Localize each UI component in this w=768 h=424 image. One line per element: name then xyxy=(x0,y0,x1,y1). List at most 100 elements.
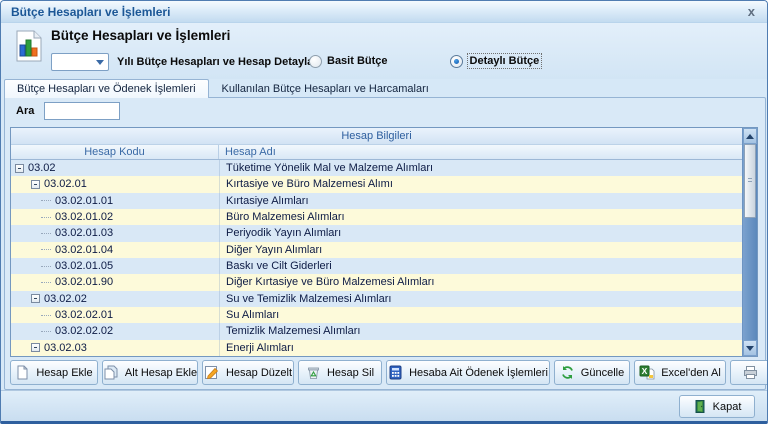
window-title: Bütçe Hesapları ve İşlemleri xyxy=(11,5,170,19)
scroll-down-button[interactable] xyxy=(743,340,757,356)
search-label: Ara xyxy=(16,105,34,117)
account-code: 03.02.01.05 xyxy=(55,260,113,272)
partial-right-button[interactable] xyxy=(730,360,768,385)
tab-kullanilan-butce[interactable]: Kullanılan Bütçe Hesapları ve Harcamalar… xyxy=(209,79,442,98)
account-name: Su Alımları xyxy=(219,307,742,323)
tree-expand-icon[interactable] xyxy=(15,164,24,173)
account-code-cell: 03.02.03 xyxy=(11,340,219,356)
account-name: Diğer Yayın Alımları xyxy=(219,242,742,258)
radio-unchecked-icon xyxy=(309,55,322,68)
table-row[interactable]: 03.02.01 Kırtasiye ve Büro Malzemesi Alı… xyxy=(11,176,742,192)
tree-expand-icon[interactable] xyxy=(41,266,51,267)
tree-expand-icon[interactable] xyxy=(41,282,51,283)
tree-expand-icon[interactable] xyxy=(41,233,51,234)
hesaba-ait-odenek-button[interactable]: Hesaba Ait Ödenek İşlemleri xyxy=(386,360,550,385)
column-header-hesap-kodu[interactable]: Hesap Kodu xyxy=(11,145,219,159)
bar-chart-document-icon xyxy=(13,29,45,66)
tab-butce-hesaplari[interactable]: Bütçe Hesapları ve Ödenek İşlemleri xyxy=(4,79,209,98)
tree-expand-icon[interactable] xyxy=(41,200,51,201)
account-name: Diğer Kırtasiye ve Büro Malzemesi Alımla… xyxy=(219,274,742,290)
column-header-hesap-adi[interactable]: Hesap Adı xyxy=(219,145,742,159)
account-code: 03.02.01.02 xyxy=(55,211,113,223)
account-name: Baskı ve Cilt Giderleri xyxy=(219,258,742,274)
account-code-cell: 03.02.01 xyxy=(11,176,219,192)
account-code: 03.02.02.02 xyxy=(55,325,113,337)
hesap-ekle-button[interactable]: Hesap Ekle xyxy=(10,360,98,385)
account-code: 03.02.01.01 xyxy=(55,195,113,207)
grid-column-headers: Hesap Kodu Hesap Adı xyxy=(11,145,742,160)
account-name: Tüketime Yönelik Mal ve Malzeme Alımları xyxy=(219,160,742,176)
search-row: Ara xyxy=(16,102,120,120)
excelden-al-button[interactable]: X Excel'den Al xyxy=(634,360,726,385)
search-input[interactable] xyxy=(44,102,120,120)
table-row[interactable]: 03.02.01.02 Büro Malzemesi Alımları xyxy=(11,209,742,225)
tab-bar: Bütçe Hesapları ve Ödenek İşlemleri Kull… xyxy=(4,79,764,98)
new-page-icon xyxy=(15,365,30,380)
account-name: Büro Malzemesi Alımları xyxy=(219,209,742,225)
year-combo[interactable] xyxy=(51,53,109,71)
account-code: 03.02.03 xyxy=(44,342,87,354)
table-row[interactable]: 03.02.01.90 Diğer Kırtasiye ve Büro Malz… xyxy=(11,274,742,290)
tree-expand-icon[interactable] xyxy=(41,315,51,316)
grid-main: Hesap Bilgileri Hesap Kodu Hesap Adı 03.… xyxy=(11,128,742,356)
table-row[interactable]: 03.02.01.03 Periyodik Yayın Alımları xyxy=(11,225,742,241)
tab-content-panel: Ara Hesap Bilgileri Hesap Kodu Hesap Adı… xyxy=(4,97,766,390)
account-name: Periyodik Yayın Alımları xyxy=(219,225,742,241)
table-row[interactable]: 03.02.02 Su ve Temizlik Malzemesi Alımla… xyxy=(11,291,742,307)
vertical-scrollbar[interactable] xyxy=(742,128,757,356)
hesap-duzelt-button[interactable]: Hesap Düzelt xyxy=(202,360,294,385)
tree-expand-icon[interactable] xyxy=(41,331,51,332)
radio-checked-icon xyxy=(450,55,463,68)
alt-hesap-ekle-button[interactable]: Alt Hesap Ekle xyxy=(102,360,198,385)
table-row[interactable]: 03.02.01.05 Baskı ve Cilt Giderleri xyxy=(11,258,742,274)
account-code: 03.02.01.03 xyxy=(55,227,113,239)
account-code-cell: 03.02.02 xyxy=(11,291,219,307)
kapat-button[interactable]: Kapat xyxy=(679,395,755,418)
excel-icon: X xyxy=(639,365,655,380)
hesaba-ait-odenek-label: Hesaba Ait Ödenek İşlemleri xyxy=(409,367,548,379)
scrollbar-thumb[interactable] xyxy=(744,144,756,218)
tree-expand-icon[interactable] xyxy=(31,294,40,303)
budget-type-radio-group: Basit Bütçe Detaylı Bütçe xyxy=(309,54,541,68)
table-row[interactable]: 03.02.02.02 Temizlik Malzemesi Alımları xyxy=(11,323,742,339)
table-row[interactable]: 03.02.01.01 Kırtasiye Alımları xyxy=(11,193,742,209)
table-row[interactable]: 03.02.01.04 Diğer Yayın Alımları xyxy=(11,242,742,258)
door-exit-icon xyxy=(693,399,707,414)
tree-expand-icon[interactable] xyxy=(41,217,51,218)
account-code: 03.02 xyxy=(28,162,56,174)
alt-hesap-ekle-label: Alt Hesap Ekle xyxy=(125,367,197,379)
tree-expand-icon[interactable] xyxy=(41,249,51,250)
tree-expand-icon[interactable] xyxy=(31,343,40,352)
chevron-down-icon xyxy=(96,60,104,65)
account-code: 03.02.01 xyxy=(44,178,87,190)
close-icon[interactable]: x xyxy=(746,5,757,18)
account-code: 03.02.01.04 xyxy=(55,244,113,256)
account-toolbar: Hesap Ekle Alt Hesap Ekle Hesap Düzelt xyxy=(10,360,768,386)
radio-detayli-butce[interactable]: Detaylı Bütçe xyxy=(450,54,542,68)
table-row[interactable]: 03.02.03 Enerji Alımları xyxy=(11,340,742,356)
account-name: Enerji Alımları xyxy=(219,340,742,356)
account-code-cell: 03.02 xyxy=(11,160,219,176)
table-row[interactable]: 03.02.02.01 Su Alımları xyxy=(11,307,742,323)
account-code: 03.02.01.90 xyxy=(55,276,113,288)
account-code-cell: 03.02.01.03 xyxy=(11,225,219,241)
account-code-cell: 03.02.01.01 xyxy=(11,193,219,209)
table-row[interactable]: 03.02 Tüketime Yönelik Mal ve Malzeme Al… xyxy=(11,160,742,176)
table-rows: 03.02 Tüketime Yönelik Mal ve Malzeme Al… xyxy=(11,160,742,356)
tree-expand-icon[interactable] xyxy=(31,180,40,189)
account-name: Temizlik Malzemesi Alımları xyxy=(219,323,742,339)
excelden-al-label: Excel'den Al xyxy=(661,367,721,379)
radio-basit-butce[interactable]: Basit Bütçe xyxy=(309,54,388,68)
account-code: 03.02.02 xyxy=(44,293,87,305)
year-combo-label: Yılı Bütçe Hesapları ve Hesap Detayları xyxy=(117,56,321,68)
radio-basit-butce-label: Basit Bütçe xyxy=(327,55,388,67)
printer-icon xyxy=(743,365,758,380)
guncelle-button[interactable]: Güncelle xyxy=(554,360,630,385)
window-titlebar[interactable]: Bütçe Hesapları ve İşlemleri x xyxy=(1,1,767,23)
account-code-cell: 03.02.01.04 xyxy=(11,242,219,258)
scroll-up-button[interactable] xyxy=(743,128,757,144)
account-name: Kırtasiye Alımları xyxy=(219,193,742,209)
scrollbar-track[interactable] xyxy=(743,218,757,340)
radio-detayli-butce-label: Detaylı Bütçe xyxy=(468,54,542,68)
hesap-sil-button[interactable]: Hesap Sil xyxy=(298,360,382,385)
